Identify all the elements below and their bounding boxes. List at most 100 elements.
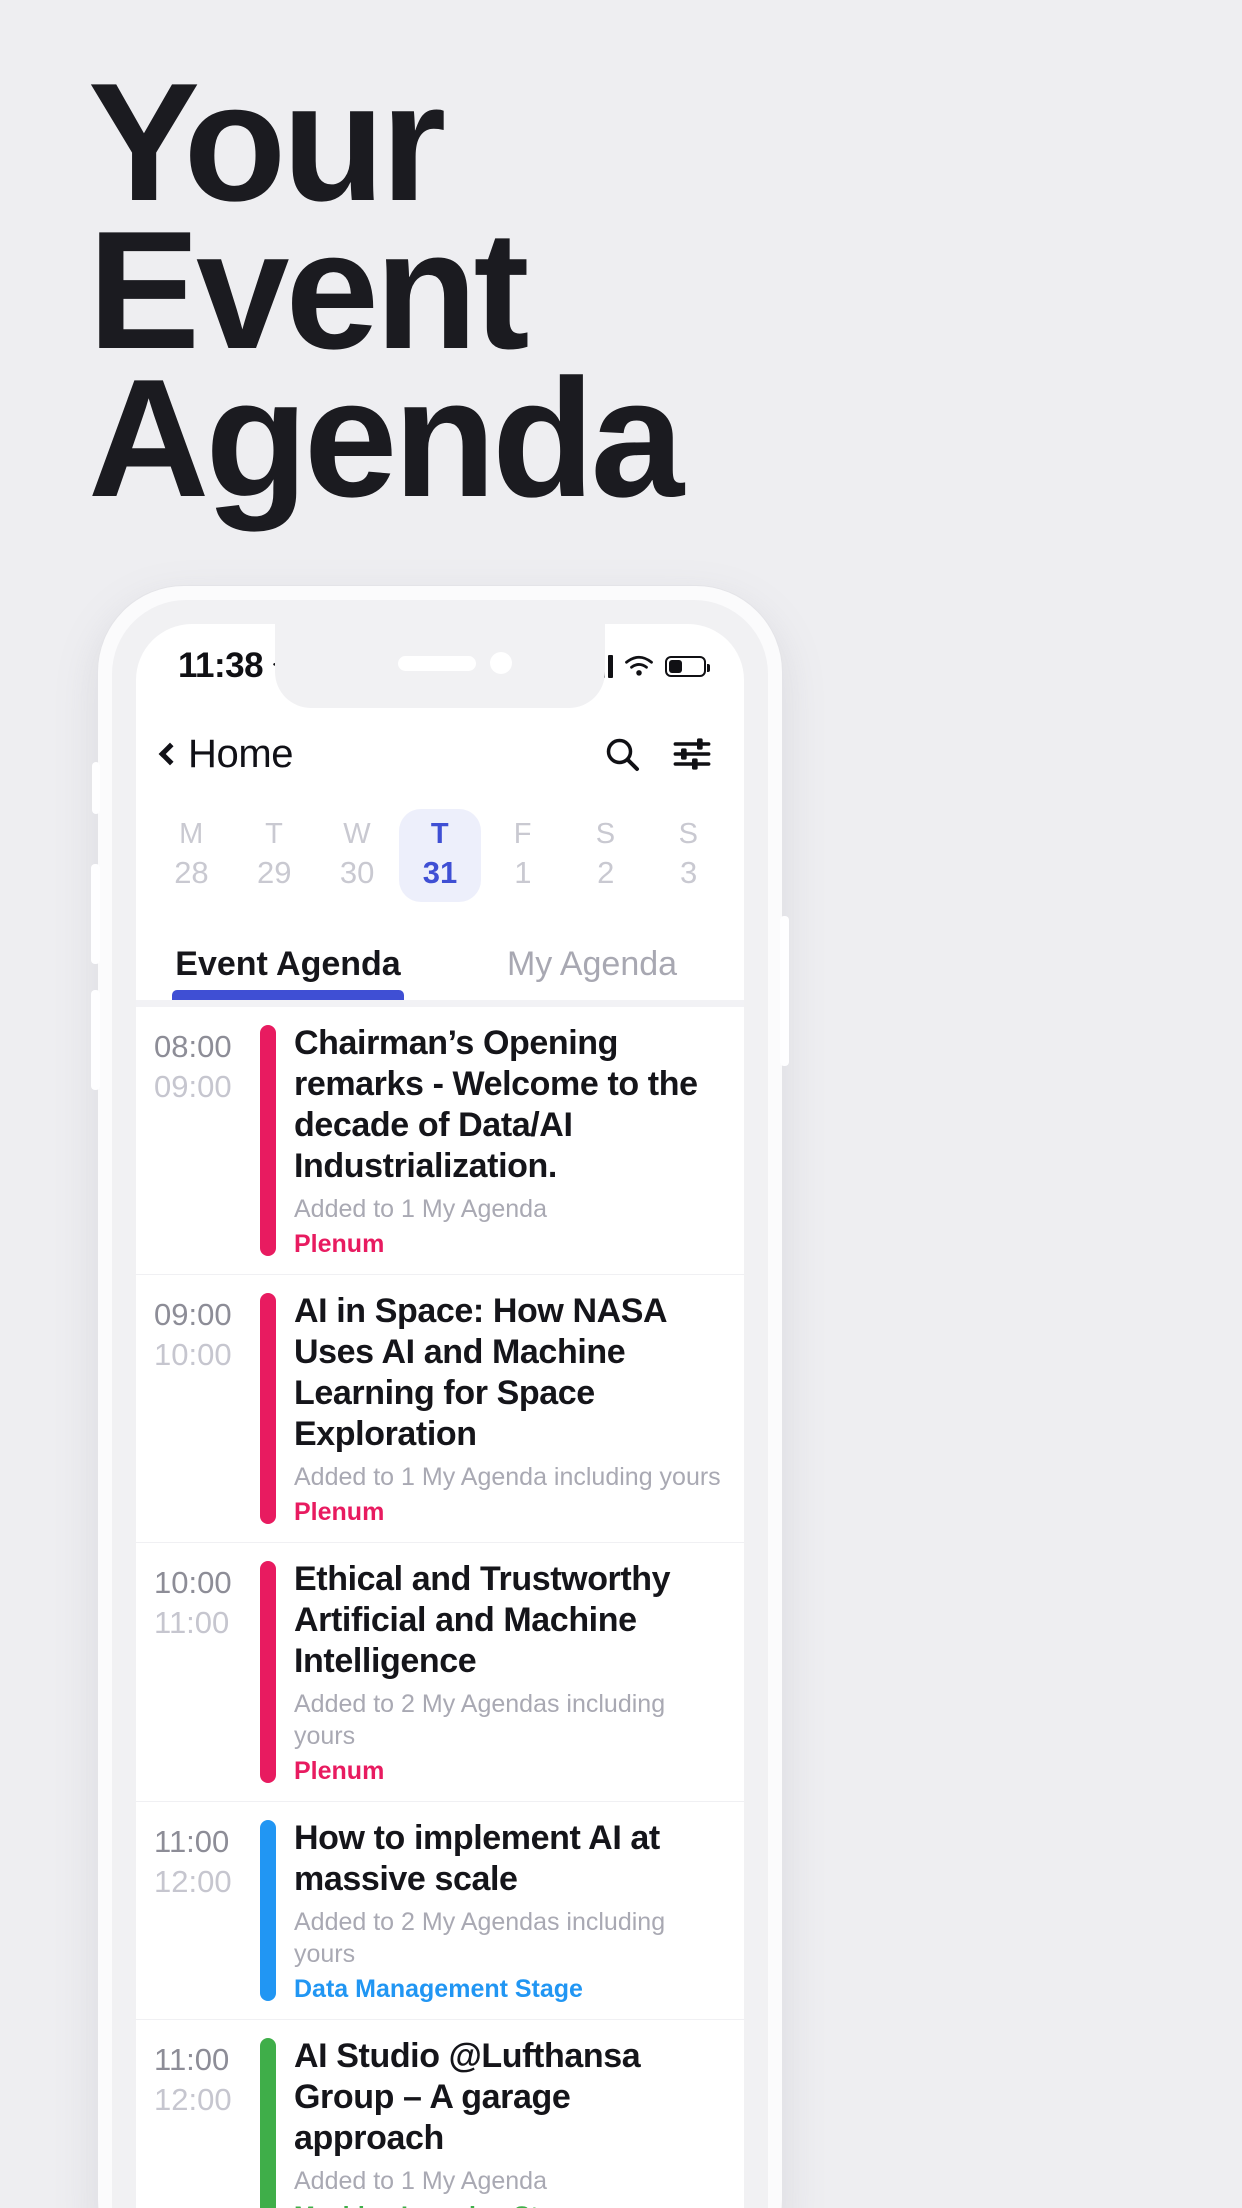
week-day-letter: T [430,817,450,850]
agenda-title: AI Studio @Lufthansa Group – A garage ap… [294,2037,641,2157]
week-day-31[interactable]: T 31 [398,808,482,902]
agenda-start-time: 11:00 [154,1824,230,1859]
tab-divider [136,1000,744,1007]
agenda-added-count: Added to 1 My Agenda including yours [294,1463,721,1491]
tab-event-agenda[interactable]: Event Agenda [136,945,440,1000]
agenda-venue-label: Data Management Stage [294,1975,583,2003]
headline-line-2: Event [88,196,530,384]
agenda-start-time: 09:00 [154,1297,232,1332]
agenda-end-time: 11:00 [154,1605,230,1640]
agenda-venue-label: Plenum [294,1757,385,1785]
week-day-letter: M [179,817,204,850]
agenda-venue-label: Machine Learning Stage [294,2200,722,2208]
status-time: 11:38 [178,646,264,685]
agenda-color-bar [260,1293,276,1524]
front-camera-icon [490,652,512,674]
agenda-start-time: 10:00 [154,1565,232,1600]
poster-canvas: Your Event Agenda 11:38 Home M 28 T 29 W… [0,0,1242,2208]
agenda-end-time: 12:00 [154,1864,232,1899]
chevron-left-icon [158,742,182,766]
agenda-color-bar [260,1025,276,1256]
filter-sliders-icon[interactable] [672,734,712,774]
tab-label: My Agenda [506,945,678,983]
agenda-added-count: Added to 2 My Agendas including yours [294,1908,666,1968]
week-day-number: 1 [514,854,532,890]
back-button-label: Home [188,731,294,776]
agenda-list[interactable]: 08:00 09:00 Chairman’s Opening remarks - W… [136,1007,744,2208]
agenda-content: How to implement AI at massive scale Adde… [294,1816,722,2005]
agenda-venue-label: Plenum [294,1230,385,1258]
agenda-row[interactable]: 09:00 10:00 AI in Space: How NASA Uses AI … [136,1275,744,1543]
agenda-title: Ethical and Trustworthy Artificial and M… [294,1560,671,1680]
volume-down-button[interactable] [91,990,100,1090]
agenda-time-range: 08:00 09:00 [154,1021,254,1260]
week-day-30[interactable]: W 30 [316,809,399,902]
agenda-color-bar [260,1561,276,1783]
week-day-number: 3 [679,854,698,890]
week-day-29[interactable]: T 29 [233,809,316,902]
agenda-time-range: 09:00 10:00 [154,1289,254,1528]
agenda-color-bar [260,2038,276,2208]
agenda-content: AI in Space: How NASA Uses AI and Machin… [294,1289,722,1528]
headline-line-1: Your [88,48,446,236]
navigation-bar: Home [136,708,744,800]
tab-my-agenda[interactable]: My Agenda [440,945,744,1000]
week-day-3[interactable]: S3 [647,809,730,902]
battery-icon [665,655,710,677]
agenda-added-count: Added to 1 My Agenda [294,2167,547,2195]
agenda-end-time: 12:00 [154,2082,232,2117]
week-day-letter: S [678,817,699,850]
agenda-content: Chairman’s Opening remarks - Welcome to … [294,1021,722,1260]
notch [275,624,605,708]
agenda-title: Chairman’s Opening remarks - Welcome to … [294,1024,698,1185]
headline-line-3: Agenda [88,344,684,532]
tab-active-underline [172,990,404,1000]
week-day-number: 2 [597,854,615,890]
agenda-venue-label: Plenum [294,1498,385,1526]
agenda-row[interactable]: 11:00 12:00 AI Studio @Lufthansa Group – A… [136,2020,744,2208]
week-day-letter: F [513,817,532,850]
agenda-color-bar [260,1820,276,2001]
agenda-start-time: 08:00 [154,1029,232,1064]
wifi-icon [625,655,653,676]
nav-actions [602,734,712,774]
page-title: Your Event Agenda [88,48,1088,532]
search-icon[interactable] [602,734,642,774]
agenda-title: AI in Space: How NASA Uses AI and Machin… [294,1292,666,1453]
agenda-title: How to implement AI at massive scale [294,1819,660,1898]
week-day-letter: T [265,817,284,850]
agenda-end-time: 09:00 [154,1069,232,1104]
week-day-letter: W [343,817,372,850]
agenda-time-range: 11:00 12:00 [154,1816,254,2005]
week-day-letter: S [595,817,616,850]
phone-bezel: 11:38 Home M 28 T 29 W 30 T 31 F 1 S 2 S… [112,600,768,2208]
volume-up-button[interactable] [91,864,100,964]
week-day-1[interactable]: F1 [481,809,564,902]
tab-bar: Event Agenda My Agenda [136,910,744,1000]
agenda-content: Ethical and Trustworthy Artificial and M… [294,1557,722,1787]
week-day-number: 29 [257,854,292,890]
week-day-number: 28 [174,854,209,890]
week-day-28[interactable]: M 28 [150,809,233,902]
agenda-added-count: Added to 2 My Agendas including yours [294,1690,666,1750]
agenda-row[interactable]: 08:00 09:00 Chairman’s Opening remarks - W… [136,1007,744,1275]
agenda-time-range: 11:00 12:00 [154,2034,254,2208]
agenda-end-time: 10:00 [154,1337,232,1372]
power-button[interactable] [780,916,789,1066]
week-strip: M 28 T 29 W 30 T 31 F 1 S 2 S 3 [136,800,744,910]
phone-mockup: 11:38 Home M 28 T 29 W 30 T 31 F 1 S 2 S… [91,586,789,2208]
agenda-start-time: 11:00 [154,2042,230,2077]
agenda-added-count: Added to 1 My Agenda [294,1195,547,1223]
agenda-row[interactable]: 10:00 11:00 Ethical and Trustworthy Artifi… [136,1543,744,1802]
agenda-content: AI Studio @Lufthansa Group – A garage ap… [294,2034,722,2208]
week-day-number: 30 [339,854,375,890]
earpiece-speaker-icon [398,656,476,671]
mute-switch-button[interactable] [92,762,100,814]
agenda-time-range: 10:00 11:00 [154,1557,254,1787]
tab-label: Event Agenda [175,945,401,983]
week-day-number: 31 [422,854,458,890]
back-button[interactable]: Home [158,731,294,777]
agenda-row[interactable]: 11:00 12:00 How to implement AI at massive… [136,1802,744,2020]
phone-screen: 11:38 Home M 28 T 29 W 30 T 31 F 1 S 2 S… [136,624,744,2208]
week-day-2[interactable]: S2 [564,809,647,902]
